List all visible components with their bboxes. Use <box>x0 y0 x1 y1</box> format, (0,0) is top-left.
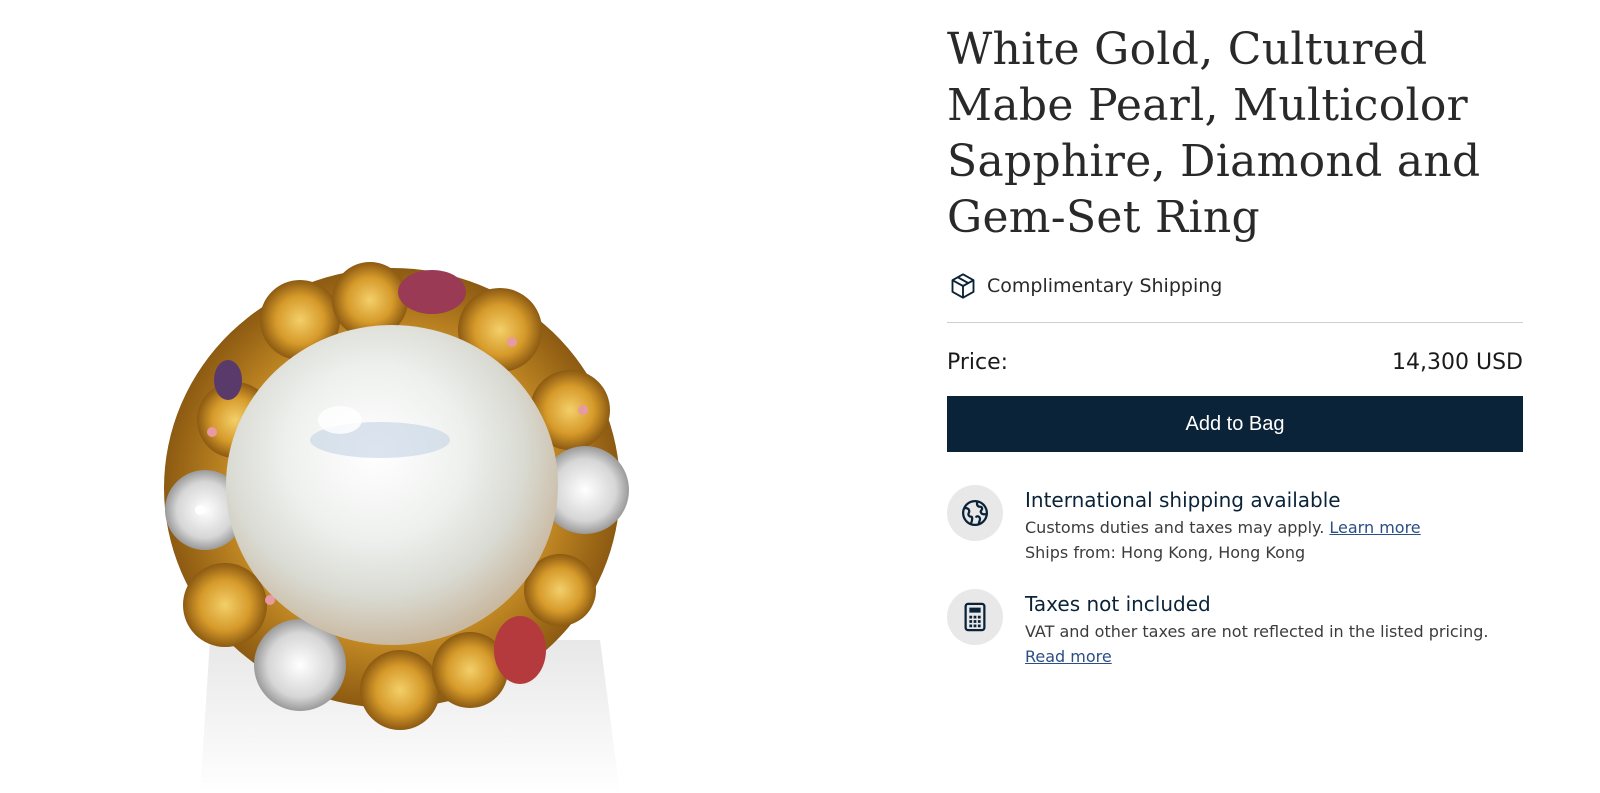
vat-text: VAT and other taxes are not reflected in… <box>1025 622 1489 641</box>
calculator-icon <box>947 589 1003 645</box>
international-shipping-heading: International shipping available <box>1025 488 1341 512</box>
product-details: White Gold, Cultured Mabe Pearl, Multico… <box>947 22 1523 669</box>
read-more-link[interactable]: Read more <box>1025 647 1112 666</box>
add-to-bag-button[interactable]: Add to Bag <box>947 396 1523 452</box>
product-title: White Gold, Cultured Mabe Pearl, Multico… <box>947 24 1481 243</box>
complimentary-shipping: Complimentary Shipping <box>947 268 1523 304</box>
globe-icon <box>947 485 1003 541</box>
price-value: 14,300 USD <box>1392 349 1523 375</box>
shipping-label: Complimentary Shipping <box>987 275 1223 297</box>
product-image <box>0 0 880 793</box>
package-icon <box>947 270 979 302</box>
customs-text: Customs duties and taxes may apply. <box>1025 518 1325 537</box>
taxes-heading: Taxes not included <box>1025 592 1211 616</box>
customs-line: Customs duties and taxes may apply. Lear… <box>1025 515 1421 540</box>
price-row: Price: 14,300 USD <box>947 347 1523 377</box>
ring-image <box>164 262 629 793</box>
international-shipping-info: International shipping available Customs… <box>947 485 1523 565</box>
taxes-info: Taxes not included VAT and other taxes a… <box>947 589 1523 669</box>
ships-from: Ships from: Hong Kong, Hong Kong <box>1025 543 1306 562</box>
learn-more-link[interactable]: Learn more <box>1329 518 1420 537</box>
divider <box>947 322 1523 323</box>
vat-line: VAT and other taxes are not reflected in… <box>1025 619 1523 669</box>
price-label: Price: <box>947 349 1009 375</box>
